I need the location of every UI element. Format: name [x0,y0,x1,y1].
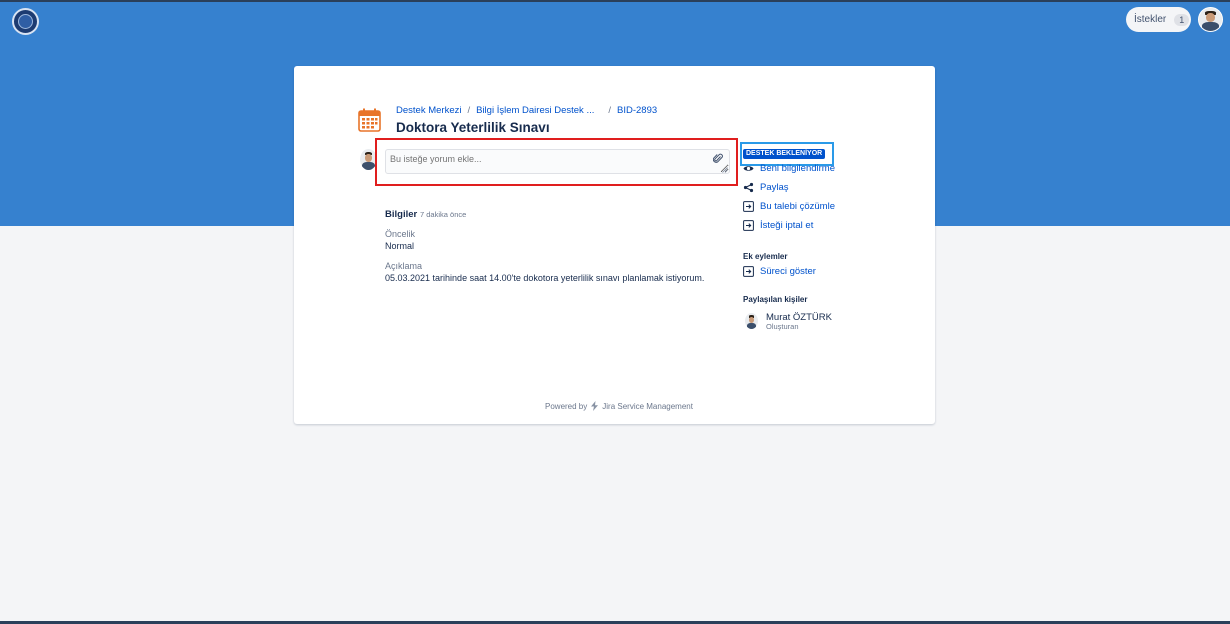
action-resolve-label: Bu talebi çözümle [760,201,835,212]
person-avatar [745,313,758,329]
status-badge: DESTEK BEKLENİYOR [743,149,826,159]
extra-actions-title: Ek eylemler [743,252,788,261]
breadcrumb-service-desk[interactable]: Bilgi İşlem Dairesi Destek ... [476,105,594,116]
breadcrumb-help-center[interactable]: Destek Merkezi [396,105,461,116]
action-unwatch-label: Beni bilgilendirme [760,163,835,174]
description-label: Açıklama [385,261,423,271]
share-icon [743,182,754,193]
powered-by-footer: Powered by Jira Service Management [545,401,693,411]
transition-icon [743,201,754,212]
breadcrumb-separator: / [608,105,612,116]
priority-label: Öncelik [385,229,416,239]
requests-button[interactable]: İstekler 1 [1126,7,1191,32]
user-avatar-icon [1199,8,1222,31]
transition-icon [743,266,754,277]
shared-people-title: Paylaşılan kişiler [743,295,808,304]
transition-icon [743,220,754,231]
page-title: Doktora Yeterlilik Sınavı [396,120,550,135]
user-avatar[interactable] [1198,7,1223,32]
requests-count-badge: 1 [1174,13,1190,26]
priority-value: Normal [385,241,415,251]
portal-logo[interactable] [12,8,39,35]
details-title: Bilgiler [385,209,418,220]
details-timestamp: 7 dakika önce [420,210,467,219]
jira-lightning-icon [591,401,599,411]
product-link[interactable]: Jira Service Management [602,402,693,411]
action-cancel-label: İsteği iptal et [760,220,814,231]
action-resolve[interactable]: Bu talebi çözümle [743,201,835,212]
powered-by-label: Powered by [545,401,588,411]
action-share[interactable]: Paylaş [743,182,789,193]
comment-input[interactable] [385,149,730,174]
calendar-icon [358,108,381,132]
person-role: Oluşturan [766,322,799,331]
resize-handle-icon[interactable] [722,167,728,173]
shared-person: Murat ÖZTÜRK Oluşturan [745,312,832,331]
action-share-label: Paylaş [760,182,789,193]
action-show-workflow-label: Süreci göster [760,266,816,277]
action-show-workflow[interactable]: Süreci göster [743,266,816,277]
description-value: 05.03.2021 tarihinde saat 14.00'te dokot… [385,273,705,283]
paperclip-icon[interactable] [713,153,723,164]
breadcrumb: Destek Merkezi / Bilgi İşlem Dairesi Des… [396,105,657,116]
action-unwatch[interactable]: Beni bilgilendirme [743,163,835,174]
breadcrumb-separator: / [467,105,471,116]
eye-icon [743,166,754,171]
logo-emblem-icon [18,14,33,29]
action-cancel[interactable]: İsteği iptal et [743,220,813,231]
person-avatar-icon [745,313,758,329]
breadcrumb-issue-key[interactable]: BID-2893 [617,105,657,116]
requests-label: İstekler [1134,14,1167,25]
